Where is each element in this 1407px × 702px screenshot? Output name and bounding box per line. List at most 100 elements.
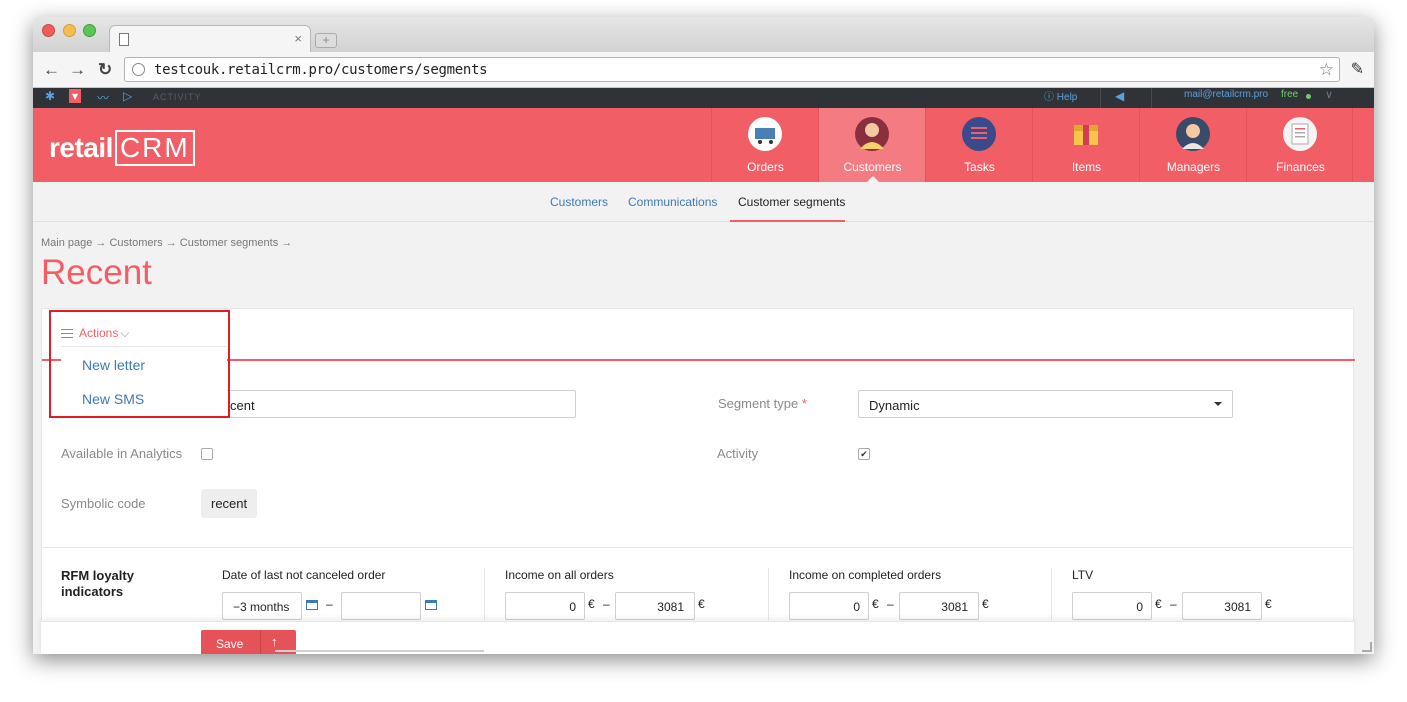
nav-customers[interactable]: Customers <box>818 108 925 182</box>
income-completed-to-input[interactable]: 3081 <box>899 592 979 620</box>
income-all-from-input[interactable]: 0 <box>505 592 585 620</box>
income-completed-from-value: 0 <box>853 600 860 614</box>
income-completed-from-input[interactable]: 0 <box>789 592 869 620</box>
window-resize-handle[interactable] <box>1362 642 1372 652</box>
income-all-to-value: 3081 <box>657 600 684 614</box>
ltv-from-input[interactable]: 0 <box>1072 592 1152 620</box>
hamburger-icon <box>61 329 73 338</box>
segment-type-label-text: Segment type <box>718 396 799 411</box>
calendar-icon[interactable] <box>306 600 318 610</box>
page-title: Recent <box>41 253 152 292</box>
logo-crm: CRM <box>114 130 195 166</box>
chevron-down-icon: ⌵ <box>120 326 130 340</box>
income-completed-orders-label: Income on completed orders <box>789 568 942 582</box>
sub-navigation: Customers Communications Customer segmen… <box>33 182 1374 222</box>
currency-symbol: € <box>872 597 879 611</box>
actions-menu-button[interactable]: Actions ⌵ <box>61 326 129 341</box>
retailcrm-logo[interactable]: retail CRM <box>49 130 195 166</box>
range-dash: – <box>603 597 610 611</box>
actions-label: Actions <box>79 326 119 340</box>
subnav-customers[interactable]: Customers <box>550 195 608 209</box>
help-label: Help <box>1056 92 1078 103</box>
ltv-from-value: 0 <box>1136 600 1143 614</box>
nav-items[interactable]: Items <box>1032 108 1139 182</box>
nav-items-label: Items <box>1071 160 1102 174</box>
items-box-icon <box>1069 117 1103 151</box>
close-window-button[interactable] <box>42 24 55 37</box>
new-tab-button[interactable]: + <box>315 33 337 48</box>
zoom-window-button[interactable] <box>83 24 96 37</box>
income-all-orders-label: Income on all orders <box>505 568 614 582</box>
browser-tab[interactable]: × <box>109 25 311 52</box>
range-dash: – <box>1170 597 1177 611</box>
symbolic-code-label: Symbolic code <box>61 496 146 511</box>
menu-item-new-sms[interactable]: New SMS <box>82 391 144 407</box>
calendar-icon[interactable] <box>425 600 437 610</box>
income-all-from-value: 0 <box>569 600 576 614</box>
income-completed-to-value: 3081 <box>941 600 968 614</box>
megaphone-icon[interactable]: ◀ <box>1115 89 1124 103</box>
finances-document-icon <box>1283 117 1317 151</box>
date-from-value: −3 months <box>233 600 290 614</box>
footer-scroll-track <box>275 650 484 652</box>
chart-icon[interactable]: 〰 <box>97 89 109 106</box>
nav-orders[interactable]: Orders <box>711 108 818 182</box>
play-icon[interactable]: ▷ <box>123 89 132 103</box>
nav-customers-label: Customers <box>843 160 902 174</box>
ltv-to-input[interactable]: 3081 <box>1182 592 1262 620</box>
user-email-link[interactable]: mail@retailcrm.pro <box>1184 89 1268 100</box>
range-dash: – <box>326 597 333 611</box>
logo-text: retail <box>49 132 113 163</box>
tasks-list-icon <box>962 117 996 151</box>
minimize-window-button[interactable] <box>63 24 76 37</box>
cart-icon[interactable]: ▾ <box>69 89 82 103</box>
address-bar[interactable]: testcouk.retailcrm.pro/customers/segment… <box>124 57 1340 82</box>
segment-name-input[interactable]: cent <box>223 390 576 418</box>
income-all-to-input[interactable]: 3081 <box>615 592 695 620</box>
date-to-input[interactable] <box>341 592 421 620</box>
reload-icon[interactable]: ↻ <box>98 60 112 80</box>
menu-item-new-letter[interactable]: New letter <box>82 357 145 373</box>
currency-symbol: € <box>698 597 705 611</box>
date-last-order-label: Date of last not canceled order <box>222 568 386 582</box>
chevron-down-icon[interactable]: ∨ <box>1325 88 1333 101</box>
nav-managers[interactable]: Managers <box>1139 108 1246 182</box>
wrench-icon[interactable]: ✎ <box>1351 59 1364 79</box>
nav-finances[interactable]: Finances <box>1246 108 1353 182</box>
save-label: Save <box>216 637 244 651</box>
divider <box>1100 88 1101 108</box>
currency-symbol: € <box>1155 597 1162 611</box>
date-from-input[interactable]: −3 months <box>222 592 302 620</box>
available-in-analytics-checkbox[interactable] <box>201 448 213 460</box>
column-divider <box>484 568 485 620</box>
customers-person-icon <box>855 117 889 151</box>
column-divider <box>1051 568 1052 620</box>
available-in-analytics-label: Available in Analytics <box>61 446 183 461</box>
subnav-customer-segments[interactable]: Customer segments <box>738 195 845 209</box>
segment-name-value: cent <box>230 398 255 413</box>
currency-symbol: € <box>982 597 989 611</box>
bookmark-star-icon[interactable]: ☆ <box>1319 60 1334 80</box>
actions-dropdown-menu: New letter New SMS <box>61 346 227 416</box>
gear-icon[interactable]: ✱ <box>45 89 55 103</box>
currency-symbol: € <box>1265 597 1272 611</box>
breadcrumb[interactable]: Main page → Customers → Customer segment… <box>41 237 292 249</box>
url-text[interactable]: testcouk.retailcrm.pro/customers/segment… <box>154 62 488 78</box>
subnav-communications[interactable]: Communications <box>628 195 717 209</box>
help-link[interactable]: ⓘ Help <box>1044 88 1077 103</box>
segment-type-select[interactable]: Dynamic <box>858 390 1233 418</box>
forward-arrow-icon[interactable]: → <box>69 60 86 80</box>
scroll-up-icon[interactable]: ↑ <box>271 634 278 649</box>
dropdown-arrow-icon <box>1214 402 1222 406</box>
nav-tasks[interactable]: Tasks <box>925 108 1032 182</box>
nav-managers-label: Managers <box>1166 160 1221 174</box>
app-top-bar: ✱ ▾ 〰 ▷ ACTIVITY ⓘ Help ◀ mail@retailcrm… <box>33 88 1374 108</box>
browser-toolbar: ← → ↻ testcouk.retailcrm.pro/customers/s… <box>33 52 1374 88</box>
segment-type-label: Segment type * <box>718 396 807 411</box>
currency-symbol: € <box>588 597 595 611</box>
tab-close-icon[interactable]: × <box>294 31 302 46</box>
back-arrow-icon[interactable]: ← <box>43 60 60 80</box>
activity-label[interactable]: ACTIVITY <box>153 92 202 102</box>
tab-strip: × + <box>33 17 1374 52</box>
activity-checkbox[interactable]: ✔ <box>858 448 870 460</box>
